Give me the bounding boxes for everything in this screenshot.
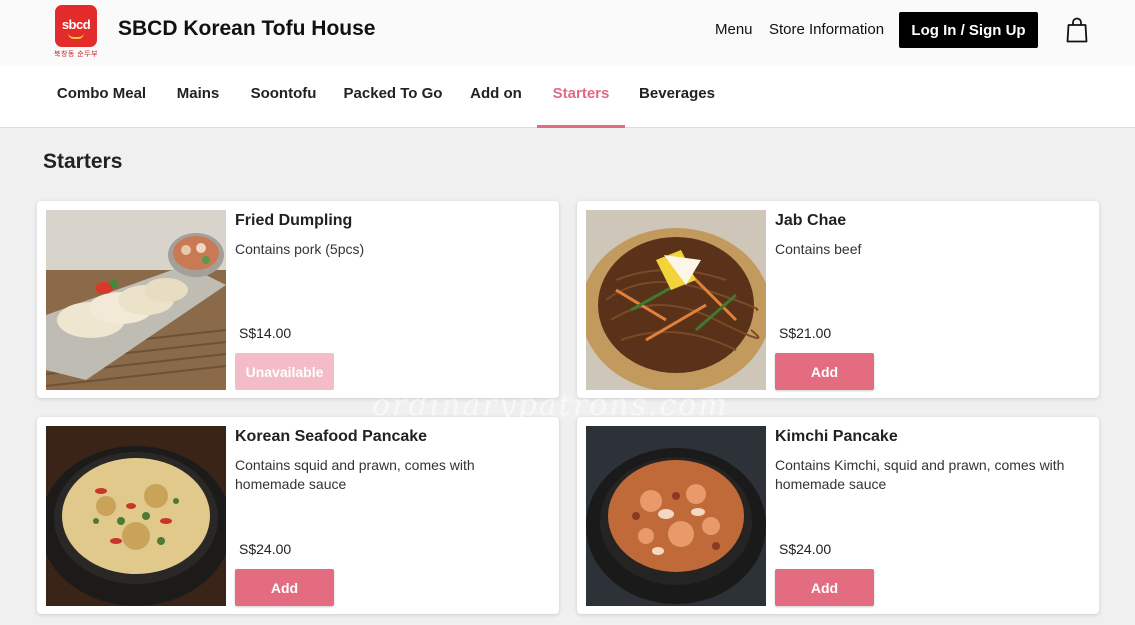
item-description: Contains Kimchi, squid and prawn, comes … — [775, 457, 1065, 492]
item-price: S$21.00 — [779, 325, 832, 341]
logo-smile-icon — [68, 33, 84, 39]
item-price: S$14.00 — [239, 325, 292, 341]
logo-text: sbcd — [61, 17, 91, 32]
item-description: Contains squid and prawn, comes with hom… — [235, 457, 475, 492]
unavailable-button: Unavailable — [235, 353, 334, 390]
item-price: S$24.00 — [239, 541, 292, 557]
add-button[interactable]: Add — [775, 353, 874, 390]
add-button[interactable]: Add — [775, 569, 874, 606]
item-name: Korean Seafood Pancake — [235, 428, 428, 445]
tab-soontofu[interactable]: Soontofu — [236, 66, 331, 128]
seafood-pancake-photo[interactable] — [46, 426, 226, 606]
brand-name[interactable]: SBCD Korean Tofu House — [118, 17, 375, 41]
category-tabs: Combo Meal Mains Soontofu Packed To Go A… — [0, 66, 1135, 128]
tab-combo-meal[interactable]: Combo Meal — [43, 66, 160, 128]
menu-item-card[interactable]: Kimchi Pancake Contains Kimchi, squid an… — [577, 417, 1099, 614]
tab-packed-to-go[interactable]: Packed To Go — [331, 66, 455, 128]
section-title: Starters — [43, 150, 123, 173]
tab-mains[interactable]: Mains — [160, 66, 236, 128]
tab-starters[interactable]: Starters — [537, 66, 625, 128]
menu-item-card[interactable]: Jab Chae Contains beef S$21.00 Add — [577, 201, 1099, 398]
tab-add-on[interactable]: Add on — [455, 66, 537, 128]
item-description: Contains pork (5pcs) — [235, 241, 365, 257]
watermark: ordinarypatrons.com — [372, 388, 729, 423]
add-button[interactable]: Add — [235, 569, 334, 606]
login-signup-button[interactable]: Log In / Sign Up — [899, 12, 1038, 48]
logo-subtext: 북창동 순두부 — [54, 51, 99, 58]
logo-badge: sbcd — [55, 5, 97, 47]
store-information-link[interactable]: Store Information — [769, 21, 884, 38]
item-description: Contains beef — [775, 241, 862, 257]
fried-dumpling-photo[interactable] — [46, 210, 226, 390]
item-name: Fried Dumpling — [235, 212, 353, 229]
menu-item-card[interactable]: Fried Dumpling Contains pork (5pcs) S$14… — [37, 201, 559, 398]
item-name: Jab Chae — [775, 212, 847, 229]
item-price: S$24.00 — [779, 541, 832, 557]
menu-item-card[interactable]: Korean Seafood Pancake Contains squid an… — [37, 417, 559, 614]
menu-link[interactable]: Menu — [715, 21, 753, 38]
top-bar: sbcd 북창동 순두부 SBCD Korean Tofu House Menu… — [0, 0, 1135, 66]
kimchi-pancake-photo[interactable] — [586, 426, 766, 606]
shopping-bag-icon[interactable] — [1066, 17, 1088, 43]
tab-beverages[interactable]: Beverages — [625, 66, 729, 128]
jab-chae-photo[interactable] — [586, 210, 766, 390]
brand-logo[interactable]: sbcd 북창동 순두부 — [54, 5, 99, 58]
item-name: Kimchi Pancake — [775, 428, 898, 445]
